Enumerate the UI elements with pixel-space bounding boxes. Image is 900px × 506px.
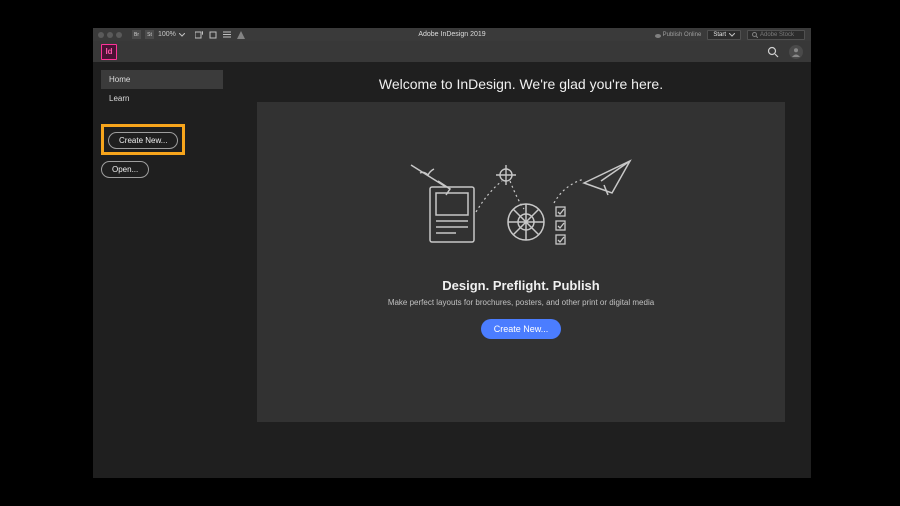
appbar-right	[767, 45, 803, 59]
screen-mode-icon[interactable]	[209, 31, 217, 39]
arrange-icon[interactable]	[223, 31, 231, 39]
create-new-button[interactable]: Create New...	[108, 132, 178, 149]
highlight-annotation: Create New...	[101, 124, 185, 155]
minimize-window-icon[interactable]	[107, 32, 113, 38]
sidebar-item-home[interactable]: Home	[101, 70, 223, 89]
search-icon	[752, 32, 758, 38]
close-window-icon[interactable]	[98, 32, 104, 38]
main-panel: Welcome to InDesign. We're glad you're h…	[231, 62, 811, 478]
app-title: Adobe InDesign 2019	[418, 31, 485, 38]
stock-icon[interactable]: St	[145, 30, 154, 39]
sidebar-item-label: Learn	[109, 94, 129, 103]
chevron-down-icon	[179, 33, 185, 37]
hero-illustration	[406, 157, 636, 262]
user-icon	[791, 47, 801, 57]
bridge-icon[interactable]: Br	[132, 30, 141, 39]
stock-search-input[interactable]: Adobe Stock	[747, 30, 805, 40]
app-logo[interactable]: Id	[101, 44, 117, 60]
hero-card: Design. Preflight. Publish Make perfect …	[257, 102, 785, 422]
sidebar-item-learn[interactable]: Learn	[101, 89, 223, 108]
app-window: Br St 100% Adobe InDesign 2019	[93, 28, 811, 478]
body: Home Learn Create New... Open... We	[93, 62, 811, 478]
hero-title: Design. Preflight. Publish	[442, 278, 599, 293]
workspace-switcher[interactable]: Start	[707, 30, 741, 40]
maximize-window-icon[interactable]	[116, 32, 122, 38]
avatar[interactable]	[789, 45, 803, 59]
window-controls[interactable]	[98, 32, 122, 38]
open-button[interactable]: Open...	[101, 161, 149, 178]
zoom-level[interactable]: 100%	[158, 31, 185, 38]
hero-subtitle: Make perfect layouts for brochures, post…	[388, 298, 654, 307]
titlebar: Br St 100% Adobe InDesign 2019	[93, 28, 811, 41]
sidebar-item-label: Home	[109, 75, 130, 84]
welcome-heading: Welcome to InDesign. We're glad you're h…	[379, 76, 663, 92]
sidebar: Home Learn Create New... Open...	[93, 62, 231, 478]
sidebar-actions: Create New... Open...	[101, 124, 223, 184]
view-options	[195, 31, 245, 39]
zoom-value: 100%	[158, 31, 176, 38]
titlebar-right: Publish Online Start Adobe Stock	[655, 30, 805, 40]
chevron-down-icon	[729, 33, 735, 37]
app-bar: Id	[93, 41, 811, 62]
gpu-icon[interactable]	[237, 31, 245, 39]
view-options-icon[interactable]	[195, 31, 203, 39]
top-icons: Br St	[132, 30, 154, 39]
publish-online-button[interactable]: Publish Online	[655, 32, 702, 38]
hero-create-new-button[interactable]: Create New...	[481, 319, 562, 339]
search-icon[interactable]	[767, 46, 779, 58]
cloud-icon	[655, 32, 661, 38]
